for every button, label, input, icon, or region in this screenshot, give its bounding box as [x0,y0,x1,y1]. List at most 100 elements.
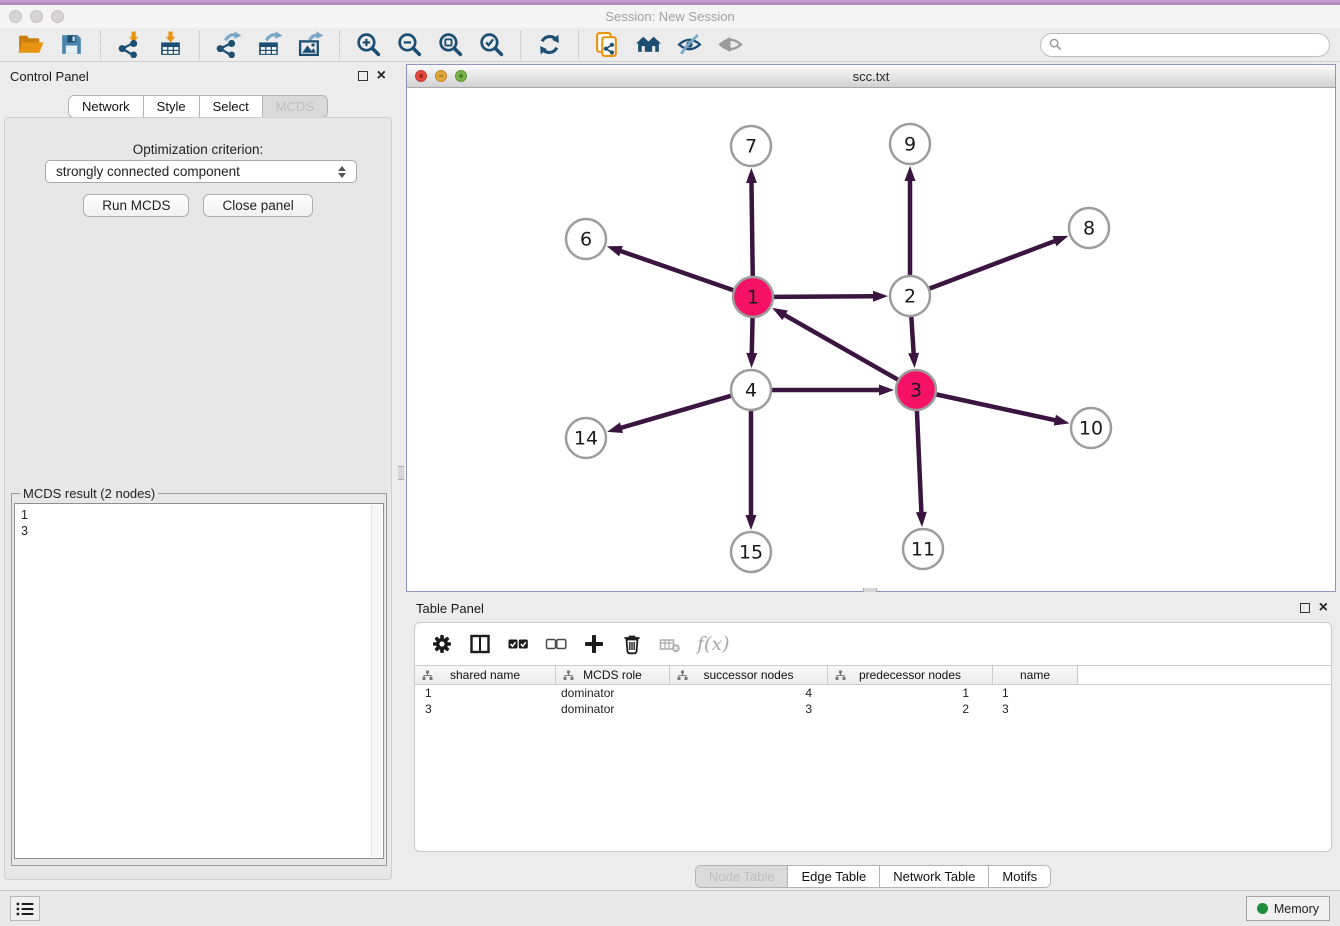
tab-network-table[interactable]: Network Table [879,866,988,887]
export-network-button[interactable] [215,31,242,58]
cell-mcds-role: dominator [556,686,670,700]
select-all-icon [507,633,529,655]
export-table-button[interactable] [256,31,283,58]
function-builder-button[interactable]: f(x) [697,633,730,655]
horizontal-splitter-grip[interactable] [863,588,877,592]
table-header-row: shared name MCDS role successor nodes pr… [415,665,1331,685]
graph-edge-3-10[interactable] [936,394,1057,420]
graph-edge-1-4[interactable] [752,317,753,355]
mcds-panel: Optimization criterion: strongly connect… [4,117,392,880]
export-table-icon [256,31,283,58]
edge-arrowhead-icon [908,353,919,368]
save-session-button[interactable] [58,31,85,58]
tab-mcds[interactable]: MCDS [262,96,327,117]
edge-arrowhead-icon [746,353,757,368]
column-header-predecessor-nodes[interactable]: predecessor nodes [828,666,993,684]
graph-edge-3-11[interactable] [917,410,922,514]
toolbar-separator [520,31,521,59]
open-session-button[interactable] [17,31,44,58]
graph-edge-4-14[interactable] [620,396,732,429]
criterion-value: strongly connected component [56,164,240,179]
delete-columns-button[interactable] [621,633,643,655]
network-window-title: scc.txt [407,69,1335,84]
graph-edge-1-2[interactable] [773,296,875,297]
float-panel-icon[interactable] [358,71,368,81]
criterion-dropdown[interactable]: strongly connected component [45,160,357,183]
first-neighbors-button[interactable] [635,31,662,58]
column-header-name[interactable]: name [993,666,1078,684]
column-header-mcds-role[interactable]: MCDS role [556,666,670,684]
refresh-layout-button[interactable] [536,31,563,58]
export-image-button[interactable] [297,31,324,58]
memory-button[interactable]: Memory [1246,896,1330,921]
close-table-panel-icon[interactable]: × [1319,603,1328,613]
mcds-result-text: 1 3 [15,504,383,542]
dropdown-stepper-icon [338,166,346,178]
tab-network[interactable]: Network [69,96,143,117]
mcds-result-title: MCDS result (2 nodes) [20,486,158,501]
graph-node-label-15: 15 [739,542,763,564]
result-scrollbar[interactable] [371,505,382,857]
tab-motifs[interactable]: Motifs [988,866,1050,887]
import-table-button[interactable] [157,31,184,58]
cell-shared-name: 1 [415,686,556,700]
tab-style[interactable]: Style [143,96,199,117]
document-network-icon [594,31,621,58]
show-all-button[interactable] [717,31,744,58]
zoom-selected-button[interactable] [478,31,505,58]
hierarchy-icon [422,670,433,681]
tab-select[interactable]: Select [199,96,262,117]
network-window-titlebar[interactable]: × − + scc.txt [407,65,1335,88]
graph-edge-1-6[interactable] [619,250,734,290]
task-history-button[interactable] [10,896,40,921]
graph-edge-2-3[interactable] [911,316,913,355]
open-folder-icon [17,31,44,58]
export-network-icon [215,31,242,58]
close-panel-icon[interactable]: × [377,71,386,81]
search-box[interactable] [1040,33,1330,57]
node-table-container: f(x) shared name MCDS role successor nod… [414,622,1332,852]
show-columns-button[interactable] [469,633,491,655]
vertical-splitter[interactable] [396,62,406,884]
table-row[interactable]: 3 dominator 3 2 3 [415,701,1331,717]
tab-node-table[interactable]: Node Table [696,866,788,887]
add-column-button[interactable] [583,633,605,655]
zoom-out-icon [396,31,423,58]
graph-node-label-1: 1 [747,287,759,309]
import-network-button[interactable] [116,31,143,58]
close-panel-button[interactable]: Close panel [203,194,312,217]
hierarchy-icon [677,670,688,681]
zoom-out-button[interactable] [396,31,423,58]
control-panel-tab-group: Network Style Select MCDS [68,95,328,118]
graph-edge-2-8[interactable] [929,240,1057,288]
deselect-all-columns-button[interactable] [545,633,567,655]
graph-edge-3-1[interactable] [783,314,898,380]
zoom-fit-button[interactable] [437,31,464,58]
run-mcds-button[interactable]: Run MCDS [83,194,189,217]
float-table-panel-icon[interactable] [1300,603,1310,613]
column-header-shared-name[interactable]: shared name [415,666,556,684]
cell-successor-nodes: 3 [670,702,828,716]
select-all-columns-button[interactable] [507,633,529,655]
hierarchy-icon [563,670,574,681]
main-toolbar [0,28,1340,62]
edge-arrowhead-icon [746,168,757,183]
status-bar: Memory [0,890,1340,926]
table-panel-title: Table Panel [416,601,484,616]
delete-table-button[interactable] [659,633,681,655]
optimization-criterion-label: Optimization criterion: [5,142,391,157]
hide-selected-button[interactable] [676,31,703,58]
mcds-result-textarea[interactable]: 1 3 [14,503,384,859]
table-options-button[interactable] [431,633,453,655]
column-header-successor-nodes[interactable]: successor nodes [670,666,828,684]
search-icon [1049,38,1062,51]
network-canvas[interactable]: 7968124314101511 [407,88,1335,591]
search-input[interactable] [1067,38,1321,52]
graph-edge-1-7[interactable] [751,181,752,277]
zoom-in-button[interactable] [355,31,382,58]
memory-label: Memory [1274,902,1319,916]
tab-edge-table[interactable]: Edge Table [787,866,879,887]
new-network-from-selection-button[interactable] [594,31,621,58]
table-row[interactable]: 1 dominator 4 1 1 [415,685,1331,701]
toolbar-separator [578,31,579,59]
